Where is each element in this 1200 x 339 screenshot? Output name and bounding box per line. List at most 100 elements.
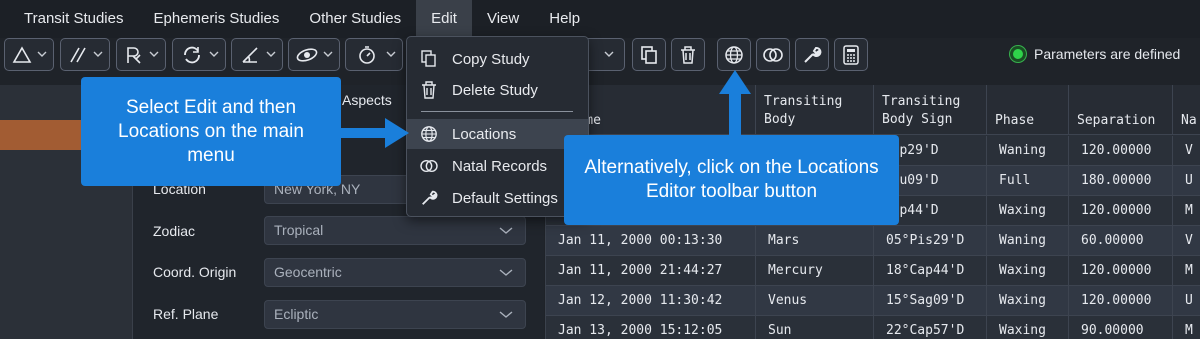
tab-aspects[interactable]: Aspects — [342, 92, 392, 108]
table-cell-time: Jan 13, 2000 15:12:05 — [546, 316, 756, 339]
copy-study-button[interactable] — [632, 38, 666, 71]
timer-tool-button[interactable] — [345, 38, 403, 71]
default-settings-button[interactable] — [795, 38, 829, 71]
table-cell-phase: Waning — [987, 226, 1069, 256]
cycle-tool-button[interactable] — [172, 38, 226, 71]
orbit-icon — [296, 47, 318, 62]
menu-ephemeris-studies[interactable]: Ephemeris Studies — [139, 0, 295, 38]
table-cell-separation: 60.00000 — [1069, 226, 1173, 256]
angle-icon — [242, 46, 258, 63]
table-cell-sign: 18°Cap44'D — [874, 256, 987, 286]
table-cell-time: Jan 12, 2000 11:30:42 — [546, 286, 756, 316]
menu-transit-studies[interactable]: Transit Studies — [9, 0, 139, 38]
table-cell-separation: 180.00000 — [1069, 166, 1173, 196]
table-cell-natal: M — [1173, 196, 1200, 226]
chevron-down-icon — [386, 51, 396, 57]
table-cell-separation: 120.00000 — [1069, 196, 1173, 226]
table-cell-sign: 05°Pis29'D — [874, 226, 987, 256]
delete-study-button[interactable] — [671, 38, 705, 71]
chevron-down-icon — [149, 51, 159, 57]
table-cell-phase: Waning — [987, 136, 1069, 166]
table-cell-natal: V — [1173, 226, 1200, 256]
coord-origin-label: Coord. Origin — [153, 264, 237, 280]
table-cell-time: Jan 11, 2000 00:13:30 — [546, 226, 756, 256]
natal-records-button[interactable] — [756, 38, 790, 71]
angle-tool-button[interactable] — [231, 38, 283, 71]
status-text: Parameters are defined — [1034, 46, 1181, 62]
menu-separator — [421, 111, 573, 112]
callout-edit-locations: Select Edit and then Locations on the ma… — [81, 77, 341, 186]
column-header-separation[interactable]: Separation — [1069, 85, 1173, 135]
table-cell-sign: 15°Sag09'D — [874, 286, 987, 316]
timer-icon — [359, 45, 375, 64]
table-cell-body: Sun — [756, 316, 874, 339]
column-header-phase[interactable]: Phase — [987, 85, 1069, 135]
column-header-transiting-sign[interactable]: Transiting Body Sign — [874, 85, 987, 135]
triangle-icon — [12, 45, 32, 63]
app-window: Transit Studies Ephemeris Studies Other … — [0, 0, 1200, 339]
table-cell-separation: 120.00000 — [1069, 256, 1173, 286]
table-row[interactable]: Jan 13, 2000 15:12:05 Sun 22°Cap57'D Waxing… — [546, 316, 1200, 339]
menu-bar: Transit Studies Ephemeris Studies Other … — [0, 0, 1200, 38]
parameters-status: Parameters are defined — [1010, 46, 1180, 62]
orbit-tool-button[interactable] — [288, 38, 340, 71]
rx-icon — [127, 46, 141, 64]
column-header-natal[interactable]: Na — [1173, 85, 1200, 135]
menu-item-natal-records[interactable]: Natal Records — [407, 151, 588, 181]
callout-toolbar-button: Alternatively, click on the Locations Ed… — [564, 135, 899, 225]
arrow-up-icon — [719, 70, 751, 136]
globe-icon — [421, 126, 437, 142]
table-cell-natal: M — [1173, 256, 1200, 286]
zodiac-select[interactable]: Tropical — [264, 216, 526, 245]
wrench-icon — [422, 190, 438, 205]
status-indicator-icon — [1010, 46, 1026, 62]
rx-tool-button[interactable] — [116, 38, 166, 71]
ref-plane-label: Ref. Plane — [153, 306, 219, 322]
table-cell-separation: 120.00000 — [1069, 286, 1173, 316]
calculator-button[interactable] — [834, 38, 868, 71]
trash-icon — [422, 81, 436, 99]
table-cell-phase: Full — [987, 166, 1069, 196]
table-cell-sign: 22°Cap57'D — [874, 316, 987, 339]
rings-icon — [763, 47, 783, 62]
table-cell-separation: 90.00000 — [1069, 316, 1173, 339]
table-cell-natal: U — [1173, 166, 1200, 196]
coord-origin-select[interactable]: Geocentric — [264, 258, 526, 287]
chevron-down-icon — [209, 51, 219, 57]
chevron-down-icon — [266, 51, 276, 57]
menu-view[interactable]: View — [472, 0, 534, 38]
toolbar: Parameters are defined — [0, 38, 1200, 78]
menu-item-default-settings[interactable]: Default Settings — [407, 183, 588, 213]
table-cell-natal: M — [1173, 316, 1200, 339]
menu-other-studies[interactable]: Other Studies — [294, 0, 416, 38]
copy-icon — [421, 50, 436, 67]
table-row[interactable]: Jan 11, 2000 00:13:30 Mars 05°Pis29'D Wanin… — [546, 226, 1200, 256]
wrench-icon — [804, 46, 822, 63]
table-cell-phase: Waxing — [987, 286, 1069, 316]
table-row[interactable]: Jan 12, 2000 11:30:42 Venus 15°Sag09'D Waxi… — [546, 286, 1200, 316]
table-cell-phase: Waxing — [987, 256, 1069, 286]
chevron-down-icon — [323, 51, 333, 57]
locations-editor-button[interactable] — [717, 38, 751, 71]
hidden-tool-button[interactable] — [585, 38, 625, 71]
table-row[interactable]: Jan 11, 2000 21:44:27 Mercury 18°Cap44'D Wa… — [546, 256, 1200, 286]
chevron-down-icon — [499, 311, 513, 318]
globe-icon — [725, 45, 743, 64]
triangle-tool-button[interactable] — [4, 38, 54, 71]
menu-item-locations[interactable]: Locations — [407, 119, 588, 149]
rings-icon — [420, 159, 438, 173]
arrow-right-icon — [339, 118, 409, 148]
table-cell-separation: 120.00000 — [1069, 136, 1173, 166]
ref-plane-select[interactable]: Ecliptic — [264, 300, 526, 329]
zodiac-value: Tropical — [274, 222, 324, 238]
column-header-transiting-body[interactable]: Transiting Body — [756, 85, 874, 135]
menu-item-copy-study[interactable]: Copy Study — [407, 44, 588, 74]
table-cell-body: Mercury — [756, 256, 874, 286]
menu-item-delete-study[interactable]: Delete Study — [407, 75, 588, 105]
chevron-down-icon — [37, 51, 47, 57]
table-cell-natal: U — [1173, 286, 1200, 316]
menu-edit[interactable]: Edit — [416, 0, 472, 38]
parallel-icon — [70, 47, 86, 62]
menu-help[interactable]: Help — [534, 0, 595, 38]
parallel-tool-button[interactable] — [60, 38, 110, 71]
